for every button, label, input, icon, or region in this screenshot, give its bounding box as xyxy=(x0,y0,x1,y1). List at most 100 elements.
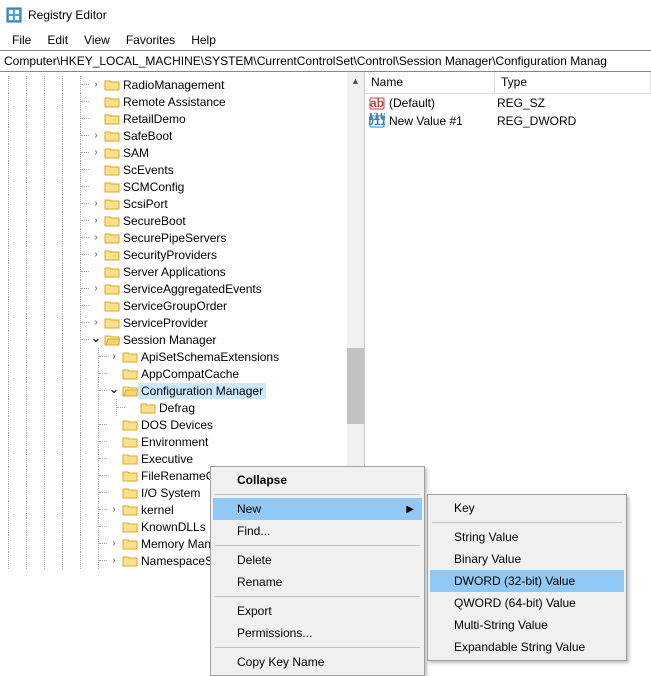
chevron-right-icon[interactable]: › xyxy=(89,231,103,245)
folder-icon xyxy=(122,486,138,500)
value-row[interactable]: 011110New Value #1REG_DWORD xyxy=(365,112,651,130)
value-type: REG_SZ xyxy=(497,96,651,110)
tree-item[interactable]: SCMConfig xyxy=(0,178,364,195)
ctx-new[interactable]: New ▶ xyxy=(213,498,422,520)
folder-icon xyxy=(104,248,120,262)
tree-item[interactable]: Server Applications xyxy=(0,263,364,280)
ctx-new-dword[interactable]: DWORD (32-bit) Value xyxy=(430,570,624,592)
tree-item[interactable]: ServiceGroupOrder xyxy=(0,297,364,314)
ctx-new-expandstring[interactable]: Expandable String Value xyxy=(430,636,624,658)
folder-icon xyxy=(104,95,120,109)
tree-item[interactable]: ›SafeBoot xyxy=(0,127,364,144)
folder-icon xyxy=(122,554,138,568)
expander-none xyxy=(107,418,121,432)
folder-icon xyxy=(122,537,138,551)
chevron-right-icon[interactable]: › xyxy=(89,197,103,211)
tree-item[interactable]: Defrag xyxy=(0,399,364,416)
folder-icon xyxy=(122,350,138,364)
expander-none xyxy=(89,112,103,126)
scroll-up-icon[interactable]: ▲ xyxy=(347,72,364,89)
folder-icon xyxy=(122,367,138,381)
tree-item[interactable]: › ServiceAggregatedEvents xyxy=(0,280,364,297)
context-menu: Collapse New ▶ Find... Delete Rename Exp… xyxy=(210,466,425,676)
expander-none xyxy=(107,520,121,534)
menu-favorites[interactable]: Favorites xyxy=(118,31,183,49)
chevron-right-icon[interactable]: › xyxy=(107,503,121,517)
ctx-permissions[interactable]: Permissions... xyxy=(213,622,422,644)
chevron-right-icon[interactable]: › xyxy=(89,316,103,330)
expander-none xyxy=(89,163,103,177)
tree-item[interactable]: ⌄Session Manager xyxy=(0,331,364,348)
ctx-find[interactable]: Find... xyxy=(213,520,422,542)
tree-item-label: Server Applications xyxy=(120,264,229,280)
tree-item[interactable]: ›ServiceProvider xyxy=(0,314,364,331)
chevron-down-icon[interactable]: ⌄ xyxy=(89,331,103,345)
folder-icon xyxy=(122,418,138,432)
address-bar[interactable]: Computer\HKEY_LOCAL_MACHINE\SYSTEM\Curre… xyxy=(0,50,651,72)
ctx-delete[interactable]: Delete xyxy=(213,549,422,571)
ctx-new-qword[interactable]: QWORD (64-bit) Value xyxy=(430,592,624,614)
expander-none xyxy=(107,452,121,466)
chevron-right-icon[interactable]: › xyxy=(89,214,103,228)
titlebar: Registry Editor xyxy=(0,0,651,30)
menu-file[interactable]: File xyxy=(4,31,39,49)
ctx-export[interactable]: Export xyxy=(213,600,422,622)
chevron-right-icon[interactable]: › xyxy=(89,146,103,160)
tree-item[interactable]: ›SecurityProviders xyxy=(0,246,364,263)
tree-item[interactable]: ›ScsiPort xyxy=(0,195,364,212)
col-name[interactable]: Name xyxy=(365,72,495,93)
ctx-new-multistring[interactable]: Multi-String Value xyxy=(430,614,624,636)
tree-item[interactable]: AppCompatCache xyxy=(0,365,364,382)
menu-view[interactable]: View xyxy=(76,31,118,49)
value-row[interactable]: ab(Default)REG_SZ xyxy=(365,94,651,112)
tree-item-label: Environment xyxy=(138,434,211,450)
chevron-down-icon[interactable]: ⌄ xyxy=(107,382,121,396)
chevron-right-icon[interactable]: › xyxy=(89,129,103,143)
expander-none xyxy=(107,486,121,500)
tree-item[interactable]: ⌄Configuration Manager xyxy=(0,382,364,399)
tree-item[interactable]: DOS Devices xyxy=(0,416,364,433)
chevron-right-icon[interactable]: › xyxy=(89,282,103,296)
expander-none xyxy=(125,401,139,415)
tree-item-label: KnownDLLs xyxy=(138,519,209,535)
chevron-right-icon[interactable]: › xyxy=(107,350,121,364)
tree-item[interactable]: RetailDemo xyxy=(0,110,364,127)
expander-none xyxy=(89,299,103,313)
menu-edit[interactable]: Edit xyxy=(39,31,76,49)
tree-item[interactable]: ›RadioManagement xyxy=(0,76,364,93)
ctx-new-binary[interactable]: Binary Value xyxy=(430,548,624,570)
col-type[interactable]: Type xyxy=(495,72,651,93)
folder-icon xyxy=(104,146,120,160)
tree-item[interactable]: Remote Assistance xyxy=(0,93,364,110)
folder-icon xyxy=(122,520,138,534)
tree-item[interactable]: Executive xyxy=(0,450,364,467)
ctx-copykeyname[interactable]: Copy Key Name xyxy=(213,651,422,673)
tree-item-label: ServiceGroupOrder xyxy=(120,298,230,314)
folder-icon xyxy=(104,316,120,330)
chevron-right-icon[interactable]: › xyxy=(107,537,121,551)
values-header: Name Type xyxy=(365,72,651,94)
tree-item[interactable]: ScEvents xyxy=(0,161,364,178)
tree-item[interactable]: ›SAM xyxy=(0,144,364,161)
svg-text:ab: ab xyxy=(370,96,384,110)
tree-item-label: ServiceAggregatedEvents xyxy=(120,281,265,297)
ctx-collapse[interactable]: Collapse xyxy=(213,469,422,491)
tree-item[interactable]: ›ApiSetSchemaExtensions xyxy=(0,348,364,365)
folder-icon xyxy=(104,78,120,92)
tree-item[interactable]: ›SecureBoot xyxy=(0,212,364,229)
ctx-new-key[interactable]: Key xyxy=(430,497,624,519)
chevron-right-icon[interactable]: › xyxy=(89,248,103,262)
folder-icon xyxy=(104,265,120,279)
menu-help[interactable]: Help xyxy=(183,31,224,49)
ctx-rename[interactable]: Rename xyxy=(213,571,422,593)
chevron-right-icon[interactable]: › xyxy=(89,78,103,92)
regedit-icon xyxy=(6,7,22,23)
tree-item[interactable]: Environment xyxy=(0,433,364,450)
ctx-new-string[interactable]: String Value xyxy=(430,526,624,548)
chevron-right-icon[interactable]: › xyxy=(107,554,121,568)
tree-item[interactable]: ›SecurePipeServers xyxy=(0,229,364,246)
tree-item-label: SCMConfig xyxy=(120,179,187,195)
folder-icon xyxy=(122,452,138,466)
address-text: Computer\HKEY_LOCAL_MACHINE\SYSTEM\Curre… xyxy=(4,54,607,68)
context-submenu-new: Key String Value Binary Value DWORD (32-… xyxy=(427,494,627,661)
